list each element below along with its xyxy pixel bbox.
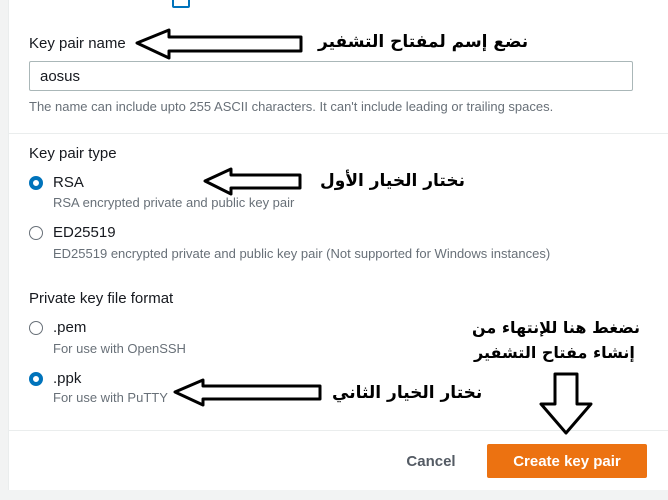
annotation-type-note: نختار الخيار الأول [320,171,465,191]
annotation-format-note: نختار الخيار الثاني [332,383,483,403]
key-pair-name-input[interactable] [29,61,633,91]
radio-ed25519-description: ED25519 encrypted private and public key… [53,246,551,261]
annotation-name-note: نضع إسم لمفتاح التشفير [318,32,529,52]
create-key-pair-button[interactable]: Create key pair [487,444,647,478]
section-divider [8,133,668,134]
key-pair-type-label: Key pair type [29,145,117,162]
page-background-strip [0,490,668,500]
left-arrow-icon [135,28,303,60]
key-pair-name-hint: The name can include upto 255 ASCII char… [29,99,554,114]
radio-ppk[interactable] [29,372,43,386]
radio-pem[interactable] [29,321,43,335]
cancel-button[interactable]: Cancel [398,444,464,478]
left-arrow-icon [173,378,322,407]
radio-ed25519-label[interactable]: ED25519 [53,224,116,241]
radio-rsa-description: RSA encrypted private and public key pai… [53,195,295,210]
annotation-create-note-line2: إنشاء مفتاح التشفير [474,343,635,362]
radio-rsa[interactable] [29,176,43,190]
left-arrow-icon [203,167,302,196]
radio-ed25519[interactable] [29,226,43,240]
key-pair-name-label: Key pair name [29,35,126,52]
info-link-icon[interactable] [172,0,190,8]
private-key-format-label: Private key file format [29,290,174,307]
radio-pem-label[interactable]: .pem [53,319,86,336]
radio-pem-description: For use with OpenSSH [53,341,186,356]
radio-ppk-description: For use with PuTTY [53,390,168,405]
down-arrow-icon [539,372,593,435]
radio-ppk-label[interactable]: .ppk [53,370,81,387]
radio-rsa-label[interactable]: RSA [53,174,84,191]
annotation-create-note-line1: نضغط هنا للإنتهاء من [472,318,641,337]
